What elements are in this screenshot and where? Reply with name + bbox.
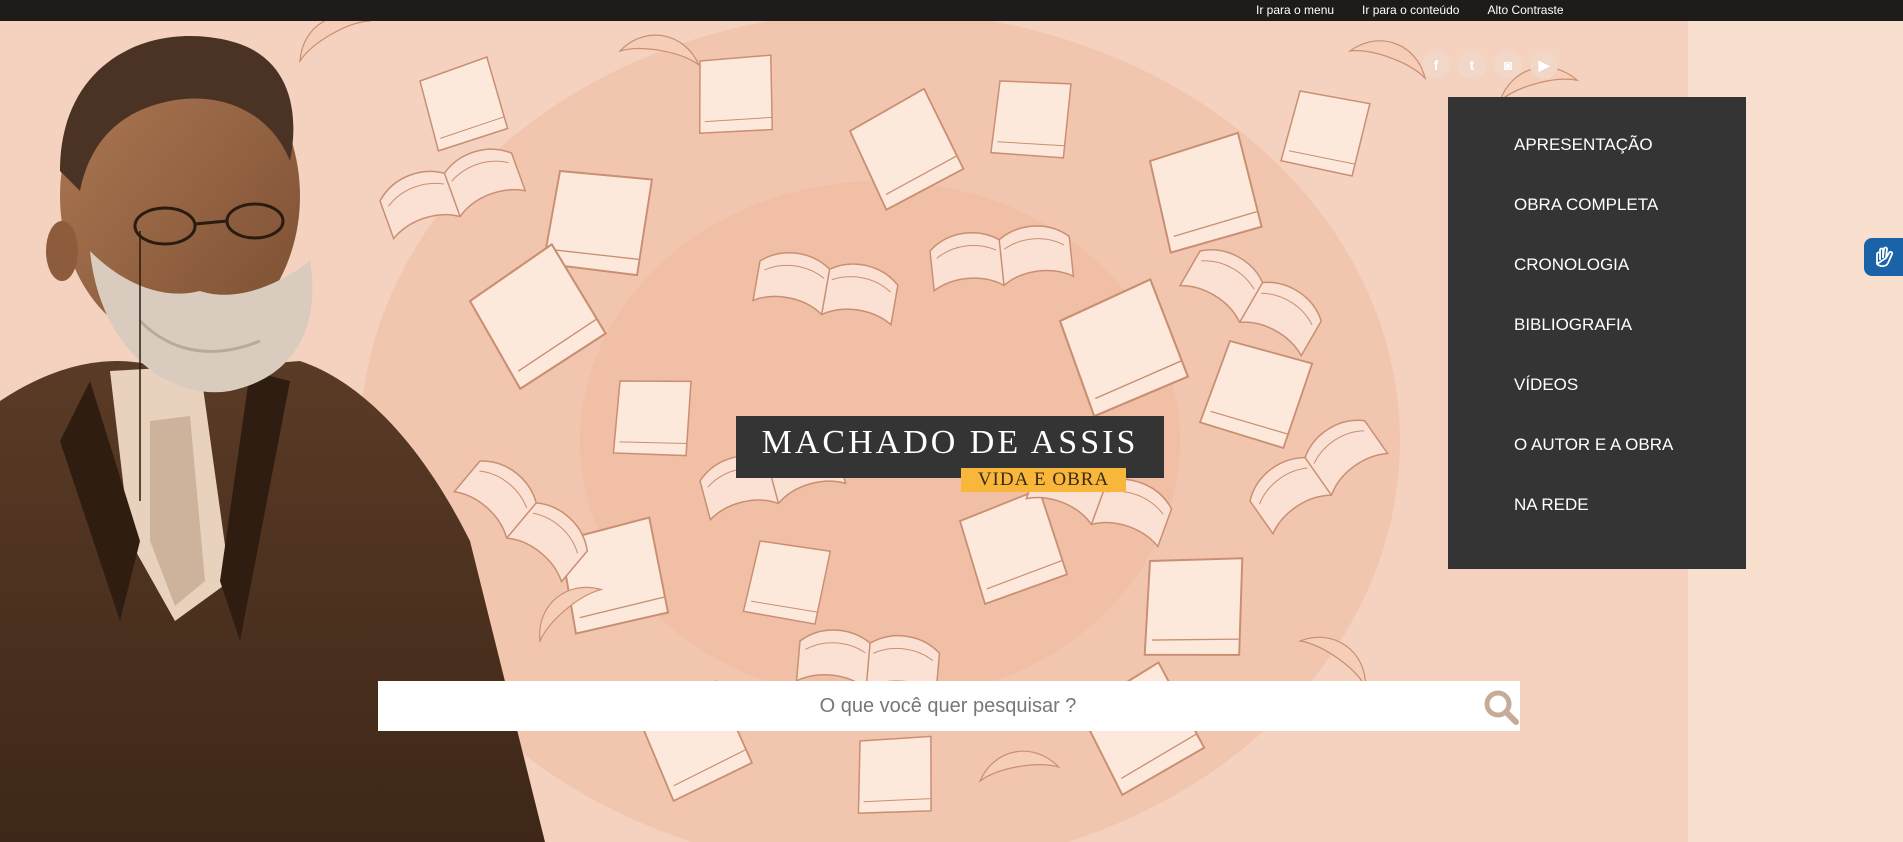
search-input[interactable]: [378, 681, 1458, 731]
youtube-icon[interactable]: ▶: [1530, 51, 1558, 79]
main-menu: APRESENTAÇÃO OBRA COMPLETA CRONOLOGIA BI…: [1448, 97, 1746, 569]
menu-link-na-rede[interactable]: NA REDE: [1448, 493, 1746, 517]
high-contrast-link[interactable]: Alto Contraste: [1487, 2, 1563, 18]
menu-link-autor-e-obra[interactable]: O AUTOR E A OBRA: [1448, 433, 1746, 457]
facebook-icon[interactable]: f: [1422, 51, 1450, 79]
menu-link-obra-completa[interactable]: OBRA COMPLETA: [1448, 193, 1746, 217]
search-icon: [1484, 690, 1519, 725]
logo-subtitle: VIDA E OBRA: [961, 468, 1126, 492]
social-links: f t ◙ ▶: [1422, 51, 1558, 79]
hero-banner: f t ◙ ▶ APRESENTAÇÃO OBRA COMPLETA CRONO…: [0, 21, 1903, 842]
sign-language-icon: [1875, 246, 1893, 268]
menu-item-bibliografia: BIBLIOGRAFIA: [1448, 313, 1746, 373]
site-logo[interactable]: MACHADO DE ASSIS VIDA E OBRA: [736, 416, 1164, 492]
instagram-icon[interactable]: ◙: [1494, 51, 1522, 79]
logo-title: MACHADO DE ASSIS: [761, 424, 1139, 461]
vlibras-accessibility-button[interactable]: [1864, 238, 1903, 276]
menu-link-videos[interactable]: VÍDEOS: [1448, 373, 1746, 397]
accessibility-links: Ir para o menu Ir para o conteúdo Alto C…: [1256, 2, 1564, 18]
twitter-icon[interactable]: t: [1458, 51, 1486, 79]
menu-link-cronologia[interactable]: CRONOLOGIA: [1448, 253, 1746, 277]
skip-to-content-link[interactable]: Ir para o conteúdo: [1362, 2, 1459, 18]
menu-item-obra-completa: OBRA COMPLETA: [1448, 193, 1746, 253]
top-accessibility-bar: Ir para o menu Ir para o conteúdo Alto C…: [0, 0, 1903, 21]
menu-link-apresentacao[interactable]: APRESENTAÇÃO: [1448, 133, 1746, 157]
search-bar: [378, 681, 1520, 731]
menu-item-videos: VÍDEOS: [1448, 373, 1746, 433]
search-button[interactable]: [1476, 687, 1519, 725]
menu-item-cronologia: CRONOLOGIA: [1448, 253, 1746, 313]
menu-item-apresentacao: APRESENTAÇÃO: [1448, 133, 1746, 193]
menu-item-autor-e-obra: O AUTOR E A OBRA: [1448, 433, 1746, 493]
menu-link-bibliografia[interactable]: BIBLIOGRAFIA: [1448, 313, 1746, 337]
menu-item-na-rede: NA REDE: [1448, 493, 1746, 553]
skip-to-menu-link[interactable]: Ir para o menu: [1256, 2, 1334, 18]
